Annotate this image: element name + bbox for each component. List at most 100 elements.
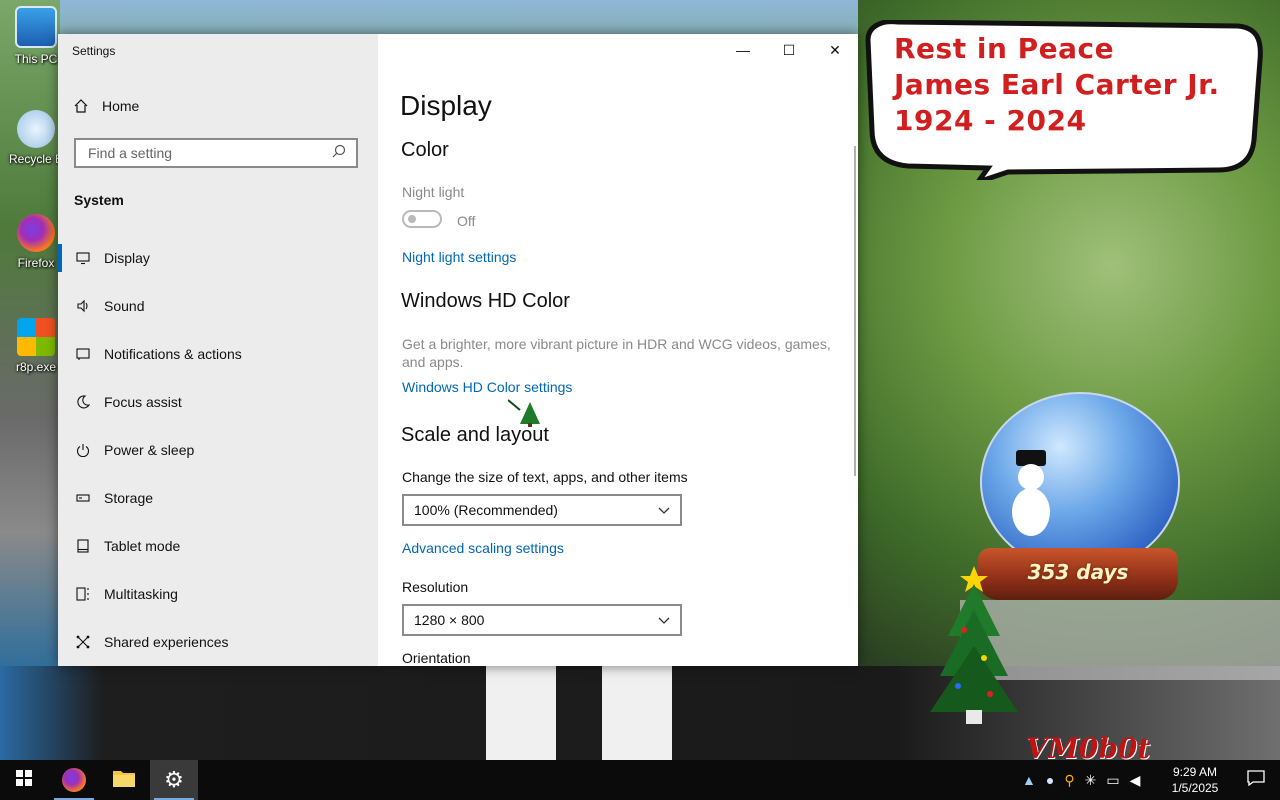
wallpaper-trouser-left (486, 666, 556, 760)
search-tray-icon[interactable]: ⚲ (1064, 772, 1074, 789)
start-button[interactable] (0, 760, 48, 800)
search-box[interactable] (74, 138, 358, 168)
sidebar-item-label: Shared experiences (104, 634, 229, 650)
hd-color-description-line1: Get a brighter, more vibrant picture in … (402, 336, 831, 352)
snow-globe-sphere (980, 392, 1180, 572)
hd-color-description-line2: and apps. (402, 354, 464, 370)
notifications-icon (76, 347, 90, 361)
content-scrollbar[interactable] (854, 146, 856, 476)
orientation-label: Orientation (402, 650, 471, 666)
window-title: Settings (72, 44, 116, 58)
bubble-line-3: 1924 - 2024 (894, 104, 1087, 137)
chevron-down-icon (658, 612, 670, 628)
resolution-value: 1280 × 800 (414, 612, 485, 628)
scale-dropdown[interactable]: 100% (Recommended) (402, 494, 682, 526)
moon-icon (76, 395, 90, 409)
sidebar-item-label: Power & sleep (104, 442, 195, 458)
sidebar-item-label: Display (104, 250, 150, 266)
sidebar-nav: Display Sound Notifications & actions Fo… (58, 234, 378, 666)
computer-icon (15, 6, 57, 48)
clock-date: 1/5/2025 (1171, 781, 1219, 795)
recycle-bin-icon (17, 110, 55, 148)
scale-value: 100% (Recommended) (414, 502, 558, 518)
sidebar-section-system: System (74, 192, 124, 208)
sidebar-item-display[interactable]: Display (58, 234, 378, 282)
mouse-cursor-tree-icon (507, 398, 542, 433)
sidebar-item-tablet-mode[interactable]: Tablet mode (58, 522, 378, 570)
system-tray: ▲ ● ⚲ ✳ ▭ ◀ (1022, 760, 1140, 800)
desktop-icon-label: r8p.exe (15, 360, 57, 374)
power-icon (76, 443, 90, 457)
firefox-icon (62, 768, 86, 792)
snowman-body (1012, 488, 1050, 536)
snowman-head (1018, 464, 1044, 490)
hd-color-heading: Windows HD Color (401, 290, 570, 312)
sidebar-item-label: Notifications & actions (104, 346, 242, 362)
sidebar-home-label: Home (102, 98, 140, 114)
desktop-icon-label: This PC (14, 52, 58, 66)
sidebar-item-power-sleep[interactable]: Power & sleep (58, 426, 378, 474)
sidebar-item-storage[interactable]: Storage (58, 474, 378, 522)
tablet-icon (76, 539, 90, 553)
gear-icon: ⚙ (164, 767, 184, 792)
taskbar: ⚙ ▲ ● ⚲ ✳ ▭ ◀ 9:29 AM 1/5/2025 (0, 760, 1280, 800)
home-icon (74, 99, 88, 113)
storage-icon (76, 491, 90, 505)
wallpaper-trouser-right (602, 666, 672, 760)
sidebar-item-label: Storage (104, 490, 154, 506)
windows-start-icon (16, 769, 32, 791)
folder-icon (112, 768, 136, 793)
clock-time: 9:29 AM (1172, 765, 1218, 779)
desktop-icon-label: Firefox (17, 256, 55, 270)
desktop-icon-label: Recycle B (8, 152, 64, 166)
search-input[interactable] (86, 144, 332, 162)
color-heading: Color (401, 139, 449, 161)
speech-bubble: Rest in Peace James Earl Carter Jr. 1924… (858, 20, 1264, 180)
desktop-icon-firefox[interactable]: Firefox (6, 214, 66, 270)
night-light-label: Night light (402, 184, 465, 200)
sidebar-item-shared-experiences[interactable]: Shared experiences (58, 618, 378, 666)
firefox-icon (17, 214, 55, 252)
drop-tray-icon[interactable]: ● (1046, 772, 1054, 788)
sidebar-item-sound[interactable]: Sound (58, 282, 378, 330)
bubble-line-2: James Earl Carter Jr. (894, 68, 1220, 101)
taskbar-firefox[interactable] (50, 760, 98, 800)
sidebar-item-label: Multitasking (104, 586, 178, 602)
search-icon (332, 144, 346, 163)
volume-muted-icon[interactable]: ◀ (1130, 772, 1141, 789)
resolution-dropdown[interactable]: 1280 × 800 (402, 604, 682, 636)
taskbar-settings[interactable]: ⚙ (150, 760, 198, 800)
action-center-button[interactable] (1232, 760, 1280, 800)
sidebar-item-notifications[interactable]: Notifications & actions (58, 330, 378, 378)
windows-logo-icon (17, 318, 55, 356)
shared-icon (76, 635, 90, 649)
sidebar-item-focus-assist[interactable]: Focus assist (58, 378, 378, 426)
chevron-down-icon (658, 502, 670, 518)
network-tray-icon[interactable]: ▭ (1106, 772, 1119, 789)
taskbar-clock[interactable]: 9:29 AM 1/5/2025 (1160, 764, 1230, 796)
night-light-toggle[interactable] (402, 210, 442, 228)
night-light-state: Off (457, 213, 476, 229)
desktop-icon-recycle-bin[interactable]: Recycle B (6, 110, 66, 166)
sidebar-item-label: Sound (104, 298, 145, 314)
advanced-scaling-link[interactable]: Advanced scaling settings (402, 540, 564, 556)
sidebar-item-multitasking[interactable]: Multitasking (58, 570, 378, 618)
night-light-settings-link[interactable]: Night light settings (402, 249, 516, 265)
desktop-icon-this-pc[interactable]: This PC (6, 6, 66, 66)
desktop-icon-r8p[interactable]: r8p.exe (6, 318, 66, 374)
sidebar-home[interactable]: Home (74, 98, 139, 114)
hd-color-settings-link[interactable]: Windows HD Color settings (402, 379, 572, 395)
speaker-icon (76, 299, 90, 313)
scale-label: Change the size of text, apps, and other… (402, 469, 688, 485)
taskbar-file-explorer[interactable] (100, 760, 148, 800)
notification-icon (1247, 769, 1265, 791)
sidebar-item-label: Focus assist (104, 394, 182, 410)
bubble-line-1: Rest in Peace (894, 32, 1115, 65)
settings-sidebar: Settings Home System Display (58, 34, 378, 666)
resolution-label: Resolution (402, 579, 469, 595)
toggle-knob (408, 215, 416, 223)
snowflake-tray-icon[interactable]: ✳ (1085, 772, 1097, 789)
page-title: Display (400, 90, 492, 121)
display-settings-pane: Display Color Night light Off Night ligh… (378, 34, 858, 666)
people-tray-icon[interactable]: ▲ (1022, 772, 1036, 788)
